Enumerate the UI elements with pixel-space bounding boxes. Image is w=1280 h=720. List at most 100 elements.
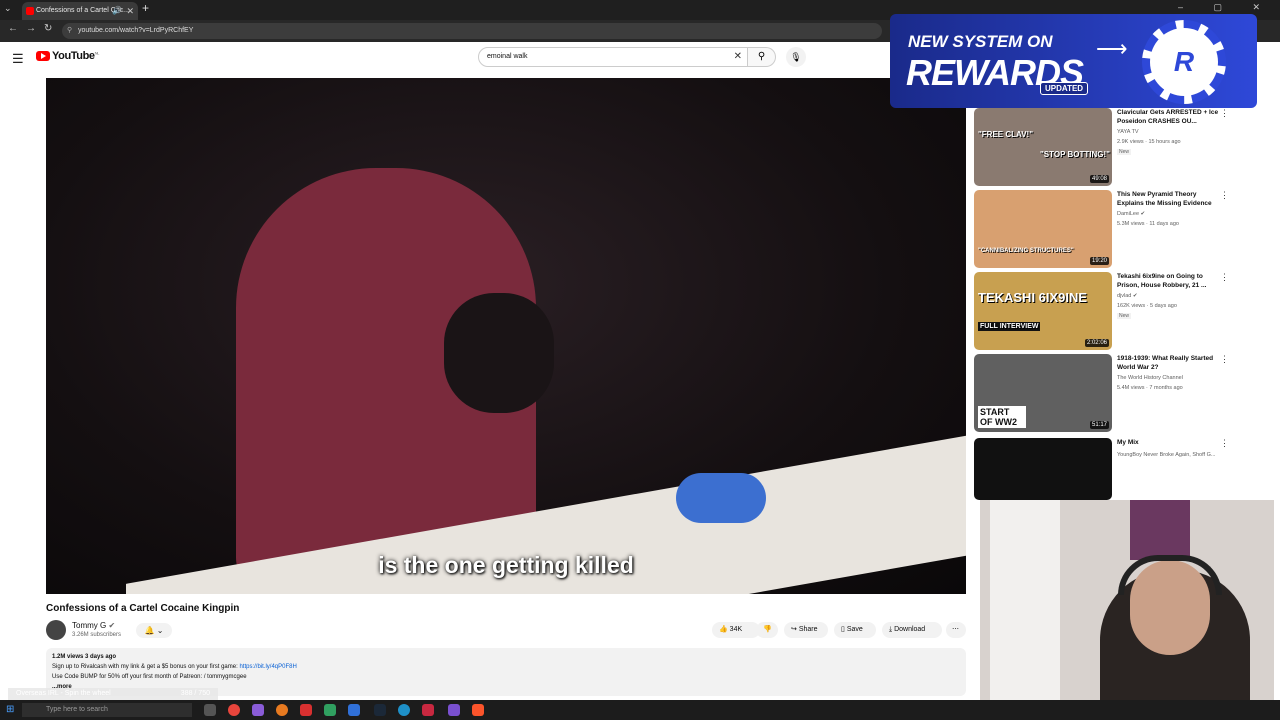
recommendation-title[interactable]: Clavicular Gets ARRESTED + Ice Poseidon …: [1117, 108, 1219, 126]
recommendation-meta: 162K views · 5 days ago: [1117, 303, 1177, 309]
windows-start-icon[interactable]: ⊞: [6, 704, 14, 715]
description-line-2: Use Code BUMP for 50% off your first mon…: [52, 674, 247, 680]
overlay-text: Overseas IRL - Spin the wheel: [16, 690, 111, 697]
duration-badge: 2:02:06: [1084, 339, 1109, 347]
share-button[interactable]: ↪ Share: [784, 622, 828, 638]
recommendation-thumbnail[interactable]: "FREE CLAV!" "STOP BOTTING!" 49:08: [974, 108, 1112, 186]
recommendation-title[interactable]: This New Pyramid Theory Explains the Mis…: [1117, 190, 1219, 208]
tab-menu-icon[interactable]: ⌄: [4, 3, 12, 14]
edge-icon[interactable]: [398, 704, 410, 716]
description-link[interactable]: https://bit.ly/4qP0F8H: [239, 664, 296, 670]
duration-badge: 49:08: [1089, 175, 1109, 183]
video-caption: is the one getting killed: [378, 552, 634, 578]
chrome-icon[interactable]: [228, 704, 240, 716]
reload-icon[interactable]: ↻: [44, 23, 52, 34]
recommendation-meta: 5.4M views · 7 months ago: [1117, 385, 1183, 391]
recommendation-channel[interactable]: DamiLee ✔: [1117, 211, 1145, 217]
video-player[interactable]: is the one getting killed: [46, 78, 966, 594]
task-view-icon[interactable]: [204, 704, 216, 716]
recommendation-meta: 5.3M views · 11 days ago: [1117, 221, 1179, 227]
search-input[interactable]: emoinal walk ✕: [478, 47, 748, 67]
chevron-down-icon: ⌄: [156, 626, 164, 635]
thumbs-down-icon: 👎: [763, 626, 772, 633]
speaker-icon[interactable]: 🔊: [112, 2, 122, 20]
clear-search-icon[interactable]: ✕: [734, 48, 742, 66]
arrow-icon: ⟶: [1096, 36, 1128, 61]
thumb-text: TEKASHI 6IX9INE: [978, 290, 1088, 305]
more-icon[interactable]: ⋮: [1220, 354, 1229, 365]
new-tab-button[interactable]: +: [142, 1, 149, 15]
app-icon[interactable]: [348, 704, 360, 716]
duration-badge: 19:20: [1089, 257, 1109, 265]
promo-badge: UPDATED: [1040, 82, 1089, 95]
url-text: youtube.com/watch?v=LrdPyRChfEY: [78, 27, 194, 34]
recommendation-thumbnail[interactable]: START OF WW2 51:17: [974, 354, 1112, 432]
brave-icon[interactable]: [472, 704, 484, 716]
share-icon: ↪: [791, 626, 797, 633]
recommendation-thumbnail[interactable]: TEKASHI 6IX9INE FULL INTERVIEW 2:02:06: [974, 272, 1112, 350]
dislike-button[interactable]: 👎: [756, 622, 778, 638]
recommendation-item[interactable]: START OF WW2 51:17 1918-1939: What Reall…: [974, 354, 1274, 434]
like-button[interactable]: 👍 34K: [712, 622, 760, 638]
recommendation-channel[interactable]: YoungBoy Never Broke Again, Shoff G...: [1117, 452, 1215, 458]
taskbar-search-input[interactable]: Type here to search: [22, 703, 192, 717]
recommendation-thumbnail[interactable]: "CANNIBALIZING STRUCTURES" 19:20: [974, 190, 1112, 268]
views-date: 1.2M views 3 days ago: [52, 654, 117, 660]
thumb-text: START OF WW2: [978, 406, 1026, 428]
voice-search-button[interactable]: 🎙: [786, 47, 806, 67]
casino-chip-logo: R: [1142, 20, 1226, 104]
recommendation-channel[interactable]: YAYA TV: [1117, 129, 1139, 135]
verified-icon: ✔: [108, 621, 116, 630]
tab-active[interactable]: Confessions of a Cartel Coc... 🔊 ✕: [22, 2, 138, 20]
more-icon: ⋯: [952, 626, 959, 633]
youtube-logo-text[interactable]: YouTubeNL: [52, 50, 99, 62]
recommendation-title[interactable]: Tekashi 6ix9ine on Going to Prison, Hous…: [1117, 272, 1219, 290]
firefox-icon[interactable]: [276, 704, 288, 716]
webcam-overlay: [980, 500, 1274, 700]
recommendation-title[interactable]: 1918-1939: What Really Started World War…: [1117, 354, 1219, 372]
app-icon[interactable]: [252, 704, 264, 716]
overlay-counter: 388 / 750: [180, 690, 210, 697]
back-icon[interactable]: ←: [8, 23, 18, 34]
more-icon[interactable]: ⋮: [1220, 108, 1229, 119]
save-button[interactable]: ▯ Save: [834, 622, 876, 638]
bookmark-icon: ▯: [841, 626, 845, 633]
forward-icon[interactable]: →: [26, 23, 36, 34]
youtube-logo-icon[interactable]: [36, 51, 50, 61]
recommendation-title[interactable]: My Mix: [1117, 438, 1219, 447]
site-info-icon[interactable]: ⚲: [67, 23, 72, 39]
notifications-button[interactable]: 🔔 ⌄: [136, 623, 172, 638]
more-icon[interactable]: ⋮: [1220, 272, 1229, 283]
app-icon[interactable]: [324, 704, 336, 716]
menu-icon[interactable]: ☰: [12, 51, 24, 67]
window-controls[interactable]: – ▢ ✕: [1178, 2, 1274, 13]
verified-icon: ✔: [1140, 211, 1146, 217]
recommendation-channel[interactable]: The World History Channel: [1117, 375, 1183, 381]
steam-icon[interactable]: [374, 704, 386, 716]
video-glove: [676, 473, 766, 523]
url-field[interactable]: ⚲ youtube.com/watch?v=LrdPyRChfEY: [62, 23, 882, 39]
subscriber-count: 3.26M subscribers: [72, 632, 122, 638]
recommendation-item[interactable]: "CANNIBALIZING STRUCTURES" 19:20 This Ne…: [974, 190, 1274, 270]
recommendation-channel[interactable]: djvlad ✔: [1117, 293, 1138, 299]
bell-icon: 🔔: [144, 626, 155, 635]
recommendation-thumbnail[interactable]: [974, 438, 1112, 500]
app-icon[interactable]: [448, 704, 460, 716]
more-icon[interactable]: ⋮: [1220, 190, 1229, 201]
recommendation-item[interactable]: TEKASHI 6IX9INE FULL INTERVIEW 2:02:06 T…: [974, 272, 1274, 352]
taskbar: ⊞ Type here to search: [0, 700, 1280, 720]
taskbar-search-placeholder: Type here to search: [46, 706, 108, 713]
recommendation-item[interactable]: "FREE CLAV!" "STOP BOTTING!" 49:08 Clavi…: [974, 108, 1274, 188]
channel-avatar[interactable]: [46, 620, 66, 640]
tab-close-icon[interactable]: ✕: [126, 2, 134, 20]
app-icon[interactable]: [422, 704, 434, 716]
recommendation-meta: 2.9K views · 15 hours ago: [1117, 139, 1181, 145]
more-actions-button[interactable]: ⋯: [946, 622, 966, 638]
channel-name[interactable]: Tommy G ✔: [72, 621, 115, 630]
download-button[interactable]: ⤓ Download: [882, 622, 942, 638]
verified-icon: ✔: [1132, 293, 1138, 299]
obs-icon[interactable]: [300, 704, 312, 716]
search-button[interactable]: ⚲: [748, 47, 776, 67]
more-icon[interactable]: ⋮: [1220, 438, 1229, 449]
recommendation-item[interactable]: My Mix YoungBoy Never Broke Again, Shoff…: [974, 438, 1274, 500]
